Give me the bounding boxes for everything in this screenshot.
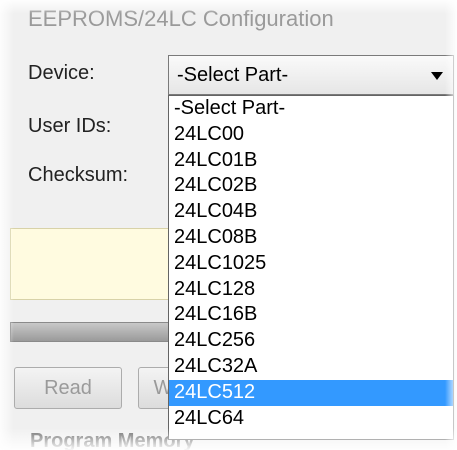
user-ids-label: User IDs: [28,115,112,137]
group-title: EEPROMS/24LC Configuration [28,6,334,31]
device-label: Device: [28,62,95,84]
eeprom-config-panel: EEPROMS/24LC Configuration Device: User … [0,0,457,450]
device-select-value: -Select Part- [177,64,289,86]
progress-bar [10,322,170,342]
dropdown-option[interactable]: 24LC256 [169,328,453,354]
read-button[interactable]: Read [14,367,122,409]
dropdown-option[interactable]: 24LC02B [169,173,453,199]
info-box [10,228,170,300]
dropdown-option[interactable]: 24LC32A [169,354,453,380]
device-select[interactable]: -Select Part- [168,55,454,95]
dropdown-option[interactable]: 24LC1025 [169,251,453,277]
dropdown-option[interactable]: 24LC512 [169,379,453,406]
dropdown-option[interactable]: -Select Part- [169,96,453,122]
dropdown-option[interactable]: 24LC128 [169,277,453,303]
dropdown-option[interactable]: 24LC08B [169,225,453,251]
dropdown-option[interactable]: 24LC16B [169,302,453,328]
checksum-label: Checksum: [28,164,129,186]
dropdown-option[interactable]: 24LC04B [169,199,453,225]
dropdown-option[interactable]: 24LC64 [169,406,453,432]
dropdown-option[interactable]: 24LC00 [169,122,453,148]
chevron-down-icon[interactable] [431,72,443,80]
dropdown-option[interactable]: 24LC01B [169,148,453,174]
device-dropdown-list[interactable]: -Select Part- 24LC00 24LC01B 24LC02B 24LC04B… [168,95,454,440]
